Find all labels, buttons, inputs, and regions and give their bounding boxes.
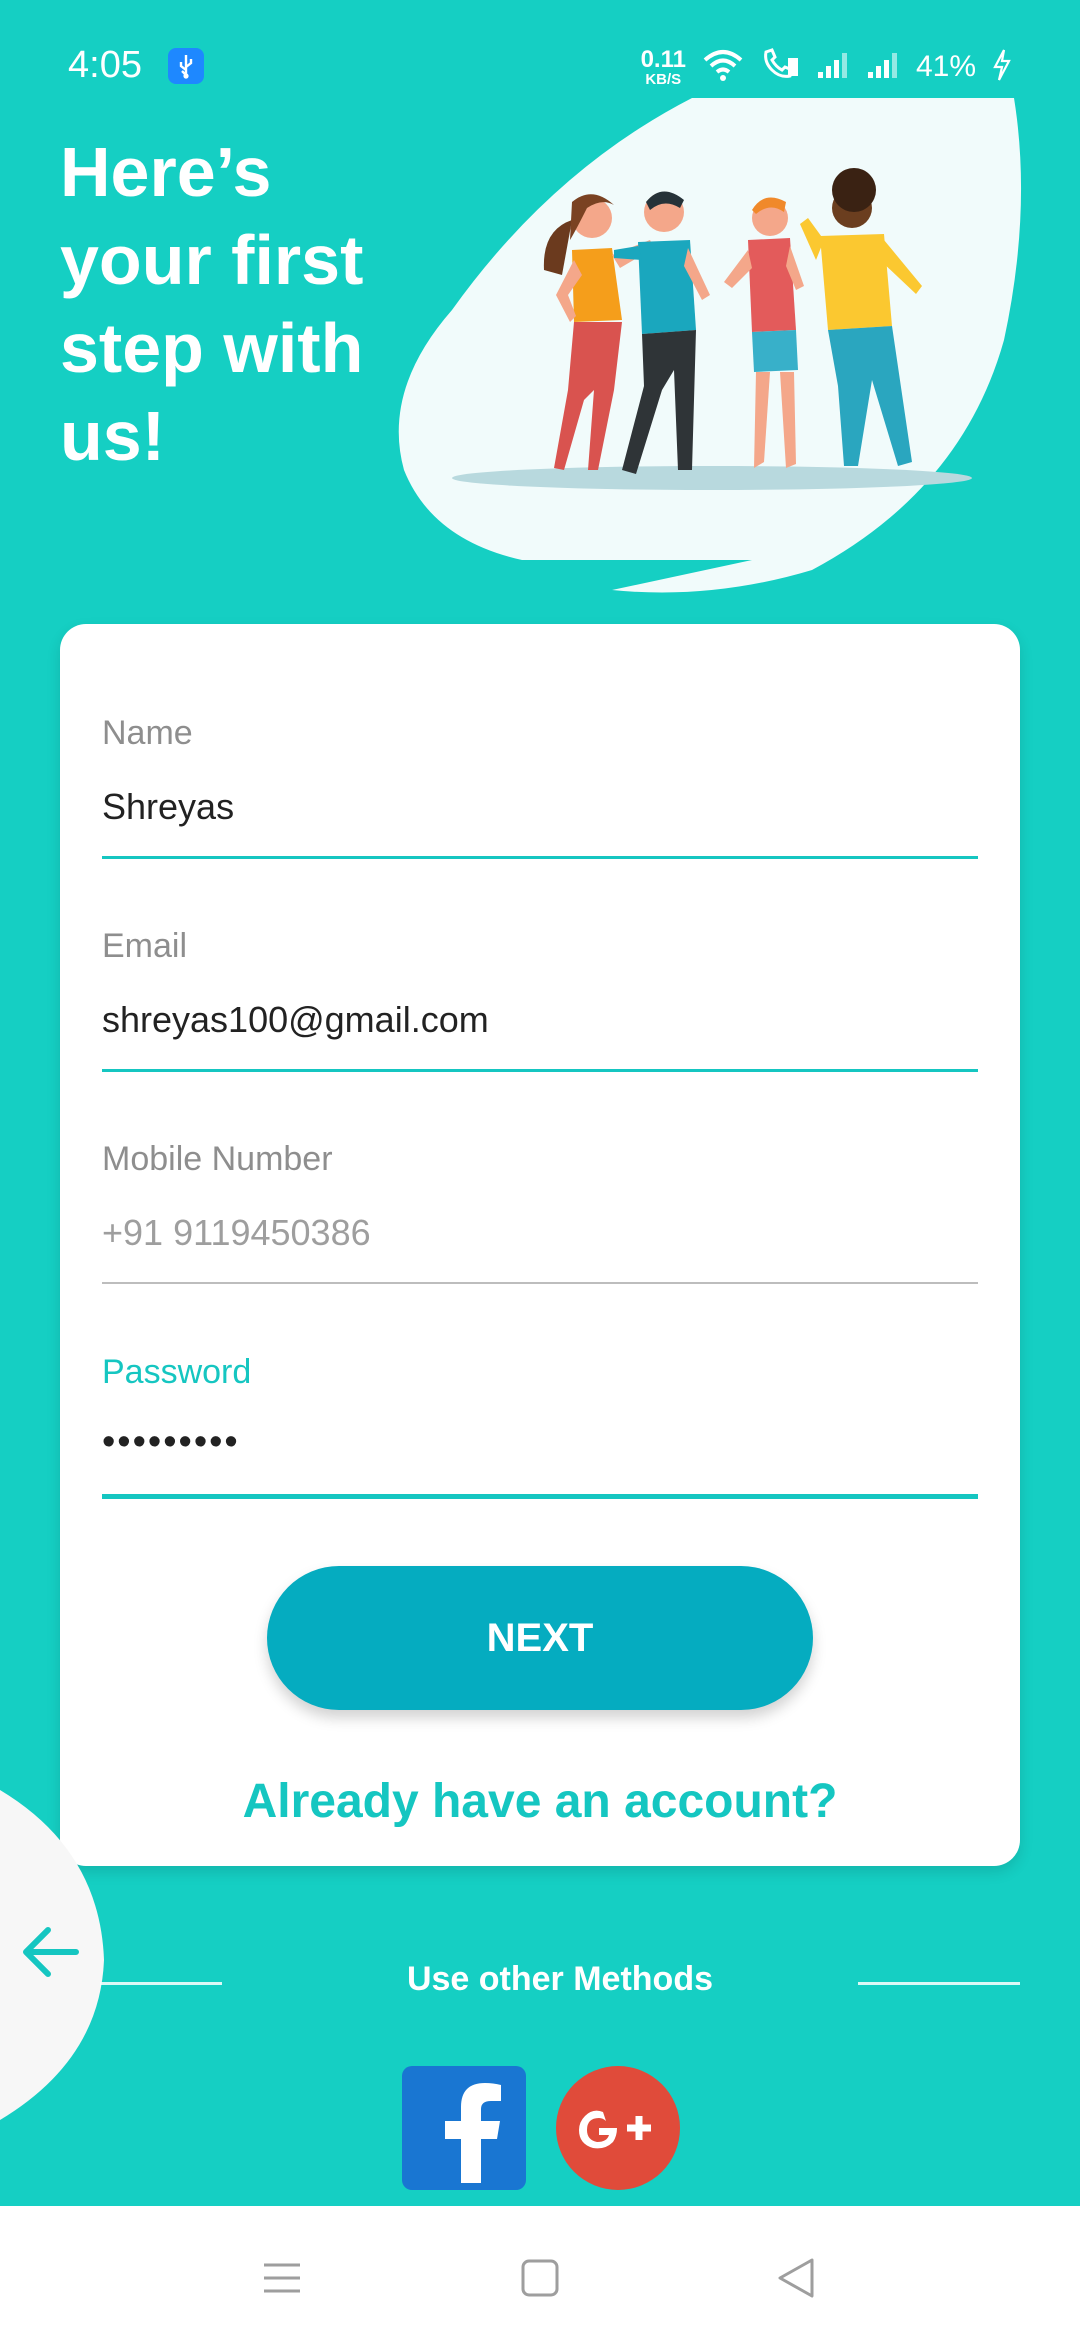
back-button[interactable]	[0, 1790, 110, 2130]
status-time: 4:05	[68, 44, 142, 86]
name-input[interactable]: Shreyas	[102, 786, 234, 828]
other-methods-divider: Use other Methods	[100, 1960, 1020, 2004]
page-title: Here’s your first step with us!	[60, 128, 420, 480]
wifi-icon	[702, 48, 744, 87]
divider-line-right	[858, 1982, 1020, 1985]
call-icon	[760, 47, 800, 87]
signal-icon-2	[866, 50, 900, 85]
status-icons: 0.11 KB/S 41%	[641, 44, 1012, 90]
system-nav-bar	[0, 2206, 1080, 2340]
name-field[interactable]: Name Shreyas	[102, 714, 978, 859]
email-label: Email	[102, 927, 188, 965]
name-label: Name	[102, 714, 193, 752]
net-speed: 0.11 KB/S	[640, 45, 686, 88]
mobile-field[interactable]: Mobile Number +91 9119450386	[102, 1140, 978, 1284]
signup-screen: 4:05 0.11 KB/S 41% Here’s your first ste…	[0, 0, 1080, 2340]
menu-icon[interactable]	[252, 2248, 312, 2308]
home-icon[interactable]	[510, 2248, 570, 2308]
usb-icon	[168, 48, 204, 84]
signup-form-card: Name Shreyas Email shreyas100@gmail.com …	[60, 624, 1020, 1866]
signin-link[interactable]: Already have an account?	[60, 1774, 1020, 1829]
password-input[interactable]: •••••••••	[102, 1421, 240, 1464]
friends-illustration	[398, 98, 1022, 593]
name-underline	[102, 856, 978, 859]
signal-icon	[816, 50, 850, 85]
net-speed-unit: KB/S	[645, 70, 682, 88]
mobile-label: Mobile Number	[102, 1140, 333, 1178]
charging-icon	[992, 48, 1012, 87]
title-line: step with	[60, 309, 364, 387]
email-input[interactable]: shreyas100@gmail.com	[102, 999, 489, 1041]
title-line: us!	[60, 397, 165, 475]
battery-level: 41%	[915, 50, 976, 83]
title-line: your first	[60, 221, 364, 299]
title-line: Here’s	[60, 133, 272, 211]
google-plus-login-button[interactable]	[556, 2066, 680, 2190]
facebook-login-button[interactable]	[402, 2066, 526, 2190]
facebook-icon	[445, 2083, 501, 2183]
password-underline	[102, 1494, 978, 1499]
other-methods-label: Use other Methods	[406, 1960, 714, 1998]
email-field[interactable]: Email shreyas100@gmail.com	[102, 927, 978, 1072]
email-underline	[102, 1069, 978, 1072]
back-triangle-icon[interactable]	[766, 2248, 826, 2308]
mobile-input[interactable]: +91 9119450386	[102, 1212, 371, 1254]
mobile-underline	[102, 1282, 978, 1284]
next-button[interactable]: NEXT	[267, 1566, 813, 1710]
password-label: Password	[102, 1353, 252, 1391]
password-field[interactable]: Password •••••••••	[102, 1353, 978, 1499]
net-speed-value: 0.11	[640, 45, 686, 73]
google-plus-icon	[579, 2110, 651, 2149]
